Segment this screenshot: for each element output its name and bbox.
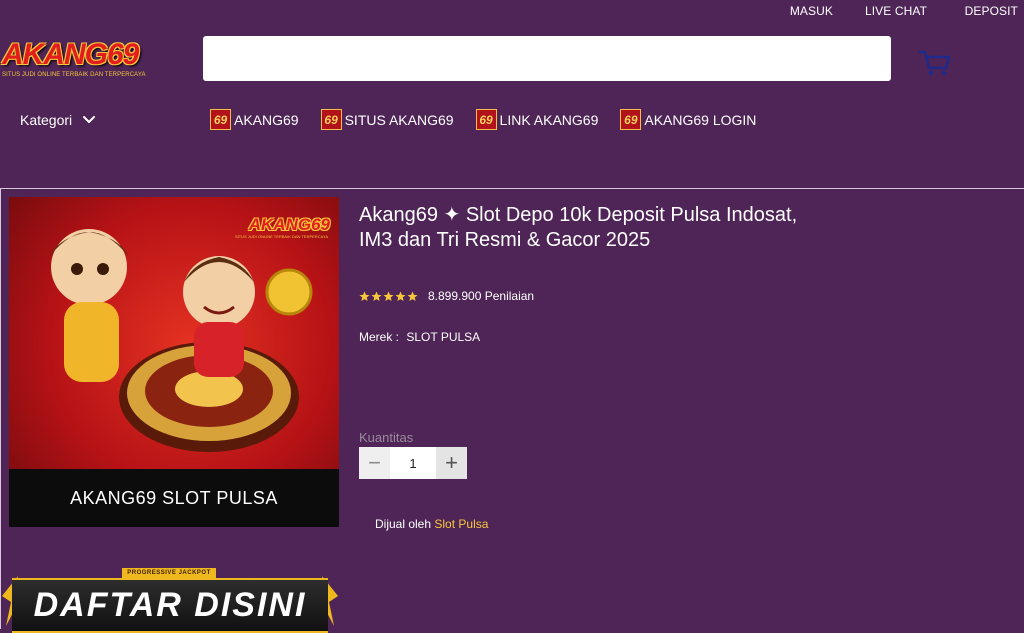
nav-item-label: AKANG69 <box>234 111 299 128</box>
search-input[interactable] <box>203 36 891 81</box>
nav-item-akang69[interactable]: 69 AKANG69 <box>210 109 299 130</box>
quantity-decrease-button[interactable]: − <box>359 447 390 479</box>
star-icon <box>395 291 406 301</box>
main-nav: 69 AKANG69 69 SITUS AKANG69 69 LINK AKAN… <box>210 109 778 130</box>
quantity-label: Kuantitas <box>359 430 414 445</box>
live-chat-link[interactable]: LIVE CHAT <box>865 4 927 18</box>
badge-69-icon: 69 <box>320 109 342 130</box>
image-logo: AKANG69 <box>248 215 330 234</box>
image-logo-tagline: SITUS JUDI ONLINE TERBAIK DAN TERPERCAYA <box>234 234 328 239</box>
brand-value: SLOT PULSA <box>406 330 481 344</box>
rating-stars <box>359 291 418 302</box>
banner-text: DAFTAR DISINI <box>33 586 307 624</box>
star-icon <box>371 291 382 301</box>
deposit-link[interactable]: DEPOSIT <box>965 4 1018 18</box>
quantity-input[interactable] <box>390 447 436 479</box>
product-rating: 8.899.900 Penilaian <box>359 289 534 303</box>
product-image[interactable]: AKANG69 SITUS JUDI ONLINE TERBAIK DAN TE… <box>9 197 339 527</box>
quantity-stepper: − + <box>359 447 467 479</box>
badge-69-icon: 69 <box>475 109 497 130</box>
cart-icon[interactable] <box>918 48 952 78</box>
image-caption-bar: AKANG69 SLOT PULSA <box>9 469 339 527</box>
nav-item-label: SITUS AKANG69 <box>344 111 454 128</box>
kategori-label: Kategori <box>20 112 73 128</box>
star-icon <box>359 291 370 301</box>
nav-item-label: AKANG69 LOGIN <box>644 111 757 128</box>
product-brand: Merek : SLOT PULSA <box>359 330 480 344</box>
badge-69-icon: 69 <box>210 109 231 130</box>
rating-count: 8.899.900 Penilaian <box>428 289 535 303</box>
logo-tagline: SITUS JUDI ONLINE TERBAIK DAN TERPERCAYA <box>2 72 146 78</box>
star-icon <box>407 291 418 301</box>
nav-item-situs-akang69[interactable]: 69 SITUS AKANG69 <box>320 109 454 130</box>
seller-link[interactable]: Slot Pulsa <box>434 517 488 531</box>
brand-label: Merek : <box>359 330 400 344</box>
product-title: Akang69 ✦ Slot Depo 10k Deposit Pulsa In… <box>359 204 798 251</box>
daftar-banner[interactable]: DAFTAR DISINI PROGRESSIVE JACKPOT <box>0 566 340 633</box>
nav-item-link-akang69[interactable]: 69 LINK AKANG69 <box>475 109 599 130</box>
banner-body: DAFTAR DISINI <box>12 578 328 633</box>
jackpot-tag: PROGRESSIVE JACKPOT <box>122 568 216 578</box>
seller-prefix: Dijual oleh <box>375 517 432 531</box>
kategori-dropdown[interactable]: Kategori <box>20 112 96 128</box>
seller-info: Dijual oleh Slot Pulsa <box>375 517 488 531</box>
nav-item-akang69-login[interactable]: 69 AKANG69 LOGIN <box>620 109 756 130</box>
star-icon <box>383 291 394 301</box>
image-caption: AKANG69 SLOT PULSA <box>70 487 278 508</box>
site-logo[interactable]: AKANG69 SITUS JUDI ONLINE TERBAIK DAN TE… <box>2 38 146 84</box>
logo-wordmark: AKANG69 <box>2 38 139 71</box>
nav-item-label: LINK AKANG69 <box>499 111 599 128</box>
login-link[interactable]: MASUK <box>790 4 833 18</box>
badge-69-icon: 69 <box>620 109 642 130</box>
quantity-increase-button[interactable]: + <box>436 447 467 479</box>
chevron-down-icon <box>83 116 96 123</box>
